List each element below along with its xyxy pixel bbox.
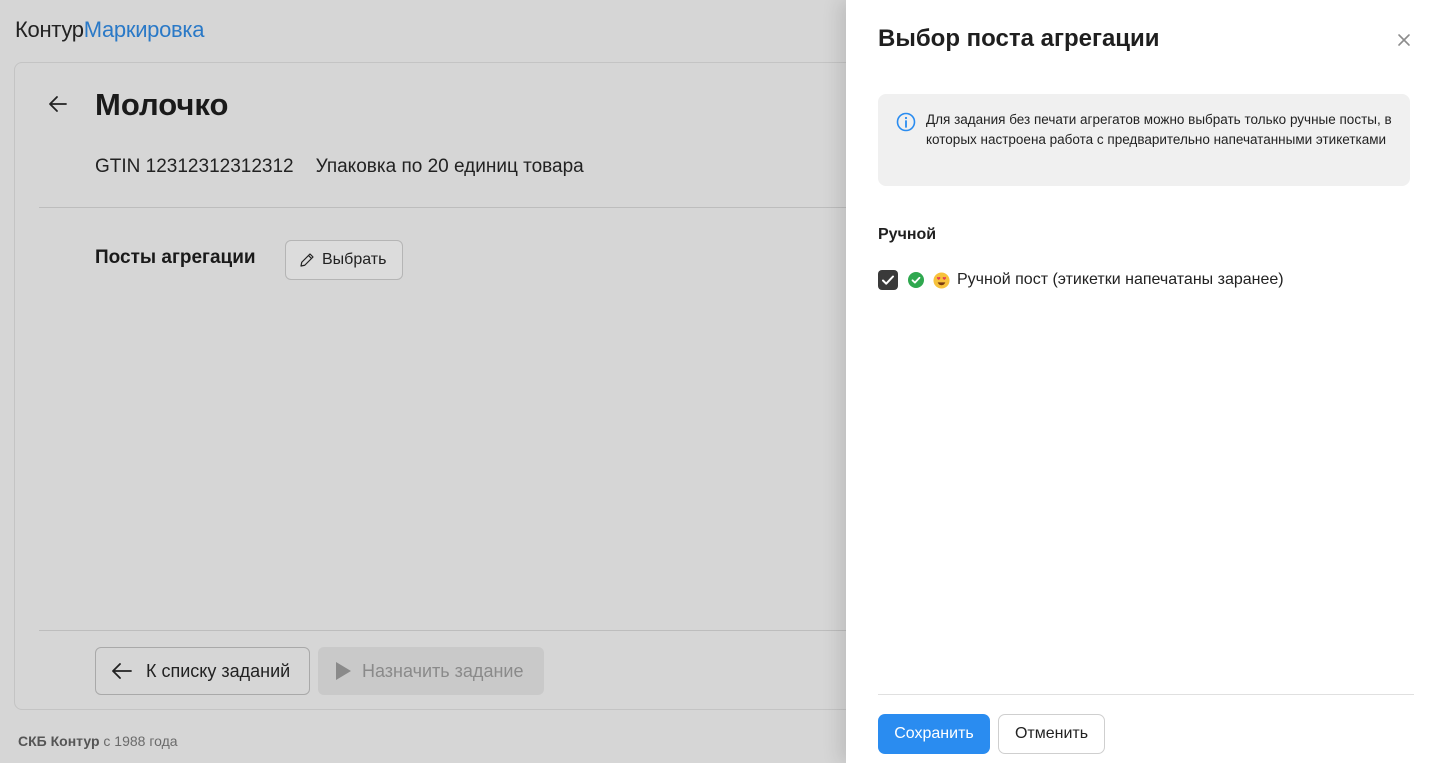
close-icon[interactable] (1396, 32, 1412, 48)
arrow-left-icon (112, 663, 132, 679)
back-to-list-button[interactable]: К списку заданий (95, 647, 310, 695)
heart-eyes-emoji-icon (933, 271, 950, 289)
info-banner: Для задания без печати агрегатов можно в… (878, 94, 1410, 186)
logo[interactable]: КонтурМаркировка (15, 17, 204, 43)
info-icon (896, 112, 916, 132)
cancel-button[interactable]: Отменить (998, 714, 1105, 754)
back-arrow-icon[interactable] (46, 92, 70, 116)
post-checkbox[interactable] (878, 270, 898, 290)
footer: СКБ Контур с 1988 года (18, 733, 178, 749)
play-icon (336, 662, 351, 680)
post-option[interactable]: Ручной пост (этикетки напечатаны заранее… (878, 270, 1284, 290)
panel-title: Выбор поста агрегации (878, 25, 1160, 52)
divider (39, 207, 859, 208)
footer-since: с 1988 года (103, 733, 178, 749)
assign-task-label: Назначить задание (362, 660, 524, 681)
posts-label: Посты агрегации (95, 247, 256, 268)
choose-label: Выбрать (322, 251, 387, 268)
assign-task-button[interactable]: Назначить задание (318, 647, 544, 695)
section-label-manual: Ручной (878, 226, 937, 243)
check-circle-icon (908, 272, 924, 288)
task-meta: GTIN 12312312312312 Упаковка по 20 единиц… (95, 156, 584, 178)
side-panel: Выбор поста агрегации Для задания без пе… (846, 0, 1438, 763)
post-option-label: Ручной пост (этикетки напечатаны заранее… (957, 271, 1284, 288)
checkmark-icon (882, 275, 894, 285)
page-title: Молочко (95, 87, 229, 122)
packing-text: Упаковка по 20 единиц товара (315, 156, 584, 177)
gtin-text: GTIN 12312312312312 (95, 156, 294, 177)
save-button[interactable]: Сохранить (878, 714, 990, 754)
info-text: Для задания без печати агрегатов можно в… (926, 112, 1392, 147)
divider (39, 630, 859, 631)
panel-divider (878, 694, 1414, 695)
logo-brand: Контур (15, 17, 84, 42)
footer-company: СКБ Контур (18, 733, 100, 749)
back-to-list-label: К списку заданий (146, 660, 291, 681)
logo-product: Маркировка (83, 17, 205, 42)
pencil-icon (300, 253, 314, 267)
choose-posts-button[interactable]: Выбрать (285, 240, 403, 280)
